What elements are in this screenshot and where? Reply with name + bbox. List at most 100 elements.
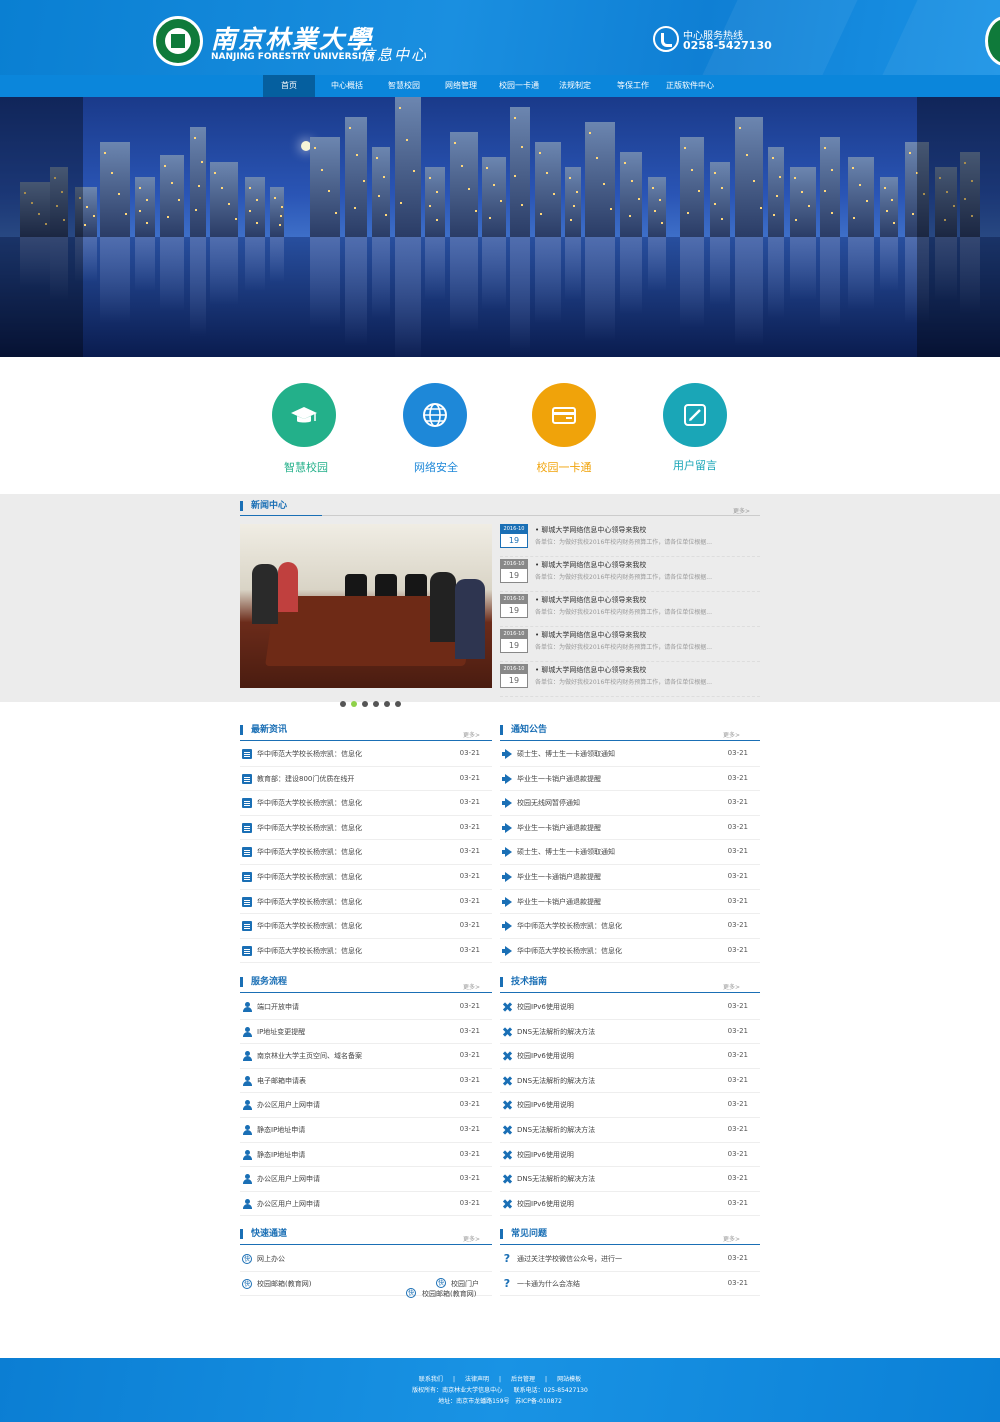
list-item-text[interactable]: 华中师范大学校长杨宗凯：信息化 [257,798,362,808]
list-item[interactable]: 华中师范大学校长杨宗凯：信息化 03-21 [240,865,492,890]
footer-link-admin[interactable]: 后台管理 [511,1376,535,1383]
more-link[interactable]: 更多> [463,730,480,739]
list-item[interactable]: DNS无法解析的解决方法 03-21 [500,1020,760,1045]
list-item-text[interactable]: DNS无法解析的解决方法 [517,1027,595,1037]
list-item-text[interactable]: 校园无线网暂停通知 [517,798,580,808]
list-item[interactable]: 华中师范大学校长杨宗凯：信息化 03-21 [500,914,760,939]
list-item[interactable]: 毕业生一卡销户通退款提醒 03-21 [500,767,760,792]
list-item-text[interactable]: 校园IPv6使用说明 [517,1199,574,1209]
quick-link-smart-campus[interactable] [272,383,336,447]
nav-item-smart-campus[interactable]: 智慧校园 [380,75,428,97]
list-item-text[interactable]: 一卡通为什么会冻结 [517,1279,580,1289]
list-item-text[interactable]: 办公区用户上网申请 [257,1174,320,1184]
nav-item-network-management[interactable]: 网络管理 [436,75,486,97]
more-link[interactable]: 更多> [723,730,740,739]
list-item-text[interactable]: 电子邮箱申请表 [257,1076,306,1086]
list-item-text[interactable]: 华中师范大学校长杨宗凯：信息化 [257,847,362,857]
news-item-title[interactable]: • 聊城大学网络信息中心领导来我校 [535,525,646,535]
list-item[interactable]: 校园IPv6使用说明 03-21 [500,1044,760,1069]
slide-dot[interactable] [373,701,379,707]
list-item-text[interactable]: 华中师范大学校长杨宗凯：信息化 [257,921,362,931]
list-item-text[interactable]: 华中师范大学校长杨宗凯：信息化 [257,749,362,759]
list-item-text[interactable]: 华中师范大学校长杨宗凯：信息化 [257,946,362,956]
list-item[interactable]: ? 通过关注学校微信公众号，进行一 03-21 [500,1247,760,1272]
list-item-text[interactable]: 静态IP地址申请 [257,1150,305,1160]
nav-item-campus-card[interactable]: 校园一卡通 [492,75,546,97]
list-item[interactable]: 电子邮箱申请表 03-21 [240,1069,492,1094]
list-item[interactable]: 华中师范大学校长杨宗凯：信息化 03-21 [240,742,492,767]
list-item-text[interactable]: 通过关注学校微信公众号，进行一 [517,1254,622,1264]
list-item-text[interactable]: 毕业生一卡销户通退款提醒 [517,774,601,784]
university-seal-logo[interactable] [153,16,203,66]
quick-link-label[interactable]: 网络安全 [386,459,486,475]
list-item-text[interactable]: 教育部：建设800门优质在线开 [257,774,354,784]
list-item-text[interactable]: 毕业生一卡销户通退款提醒 [517,823,601,833]
nav-item-home[interactable]: 首页 [263,75,315,97]
list-item-text[interactable]: 华中师范大学校长杨宗凯：信息化 [517,946,622,956]
slide-dot[interactable] [340,701,346,707]
list-item[interactable]: DNS无法解析的解决方法 03-21 [500,1069,760,1094]
quick-link-mail[interactable]: 校园邮箱(教育网) [422,1289,476,1299]
slide-dot[interactable] [351,701,357,707]
list-item-text[interactable]: 硕士生、博士生一卡通领取通知 [517,847,615,857]
list-item[interactable]: 毕业生一卡通销户退款提醒 03-21 [500,865,760,890]
nav-item-regulations[interactable]: 法规制定 [552,75,598,97]
list-item-text[interactable]: 办公区用户上网申请 [257,1100,320,1110]
slide-dot[interactable] [384,701,390,707]
list-item[interactable]: 华中师范大学校长杨宗凯：信息化 03-21 [240,914,492,939]
list-item-text[interactable]: 校园IPv6使用说明 [517,1051,574,1061]
quick-link-label[interactable]: 用户留言 [645,457,745,473]
list-item[interactable]: 校园无线网暂停通知 03-21 [500,791,760,816]
list-item[interactable]: ? 一卡通为什么会冻结 03-21 [500,1272,760,1297]
news-item-title[interactable]: • 聊城大学网络信息中心领导来我校 [535,630,646,640]
quick-link-portal[interactable]: 校园门户 [451,1279,479,1289]
more-link[interactable]: 更多> [733,506,750,515]
list-item[interactable]: DNS无法解析的解决方法 03-21 [500,1118,760,1143]
list-item[interactable]: 毕业生一卡销户通退款提醒 03-21 [500,890,760,915]
list-item-text[interactable]: IP地址变更提醒 [257,1027,305,1037]
list-item[interactable]: 华中师范大学校长杨宗凯：信息化 03-21 [240,791,492,816]
more-link[interactable]: 更多> [463,1234,480,1243]
list-item-text[interactable]: 华中师范大学校长杨宗凯：信息化 [517,921,622,931]
list-item[interactable]: 教育部：建设800门优质在线开 03-21 [240,767,492,792]
list-item[interactable]: 办公区用户上网申请 03-21 [240,1093,492,1118]
list-item[interactable]: 快网上办公 [240,1247,492,1272]
list-item-text[interactable]: DNS无法解析的解决方法 [517,1076,595,1086]
list-item-text[interactable]: 静态IP地址申请 [257,1125,305,1135]
list-item[interactable]: 静态IP地址申请 03-21 [240,1143,492,1168]
list-item-text[interactable]: 校园IPv6使用说明 [517,1100,574,1110]
list-item[interactable]: 华中师范大学校长杨宗凯：信息化 03-21 [240,890,492,915]
list-item-text[interactable]: 毕业生一卡通销户退款提醒 [517,872,601,882]
list-item[interactable]: 校园IPv6使用说明 03-21 [500,1192,760,1217]
more-link[interactable]: 更多> [463,982,480,991]
news-item[interactable]: 2016-10 19 • 聊城大学网络信息中心领导来我校 各单位：为做好我校2016年… [500,628,760,662]
footer-link-contact[interactable]: 联系我们 [419,1376,443,1383]
list-item-text[interactable]: 校园邮箱(教育网) [257,1279,311,1289]
list-item[interactable]: IP地址变更提醒 03-21 [240,1020,492,1045]
list-item[interactable]: 华中师范大学校长杨宗凯：信息化 03-21 [500,939,760,964]
news-item-title[interactable]: • 聊城大学网络信息中心领导来我校 [535,595,646,605]
list-item[interactable]: 办公区用户上网申请 03-21 [240,1192,492,1217]
list-item-text[interactable]: 办公区用户上网申请 [257,1199,320,1209]
list-item[interactable]: 硕士生、博士生一卡通领取通知 03-21 [500,840,760,865]
news-item-title[interactable]: • 聊城大学网络信息中心领导来我校 [535,665,646,675]
footer-icp[interactable]: 苏ICP备-010872 [515,1398,562,1405]
news-item-title[interactable]: • 聊城大学网络信息中心领导来我校 [535,560,646,570]
list-item[interactable]: 静态IP地址申请 03-21 [240,1118,492,1143]
footer-link-legal[interactable]: 法律声明 [465,1376,489,1383]
news-photo[interactable] [240,524,492,688]
list-item[interactable]: 校园IPv6使用说明 03-21 [500,1143,760,1168]
list-item[interactable]: 南京林业大学主页空间、域名备案 03-21 [240,1044,492,1069]
list-item-text[interactable]: 网上办公 [257,1254,285,1264]
quick-link-network-security[interactable] [403,383,467,447]
news-item[interactable]: 2016-10 19 • 聊城大学网络信息中心领导来我校 各单位：为做好我校2016年… [500,593,760,627]
news-item[interactable]: 2016-10 19 • 聊城大学网络信息中心领导来我校 各单位：为做好我校2016年… [500,558,760,592]
list-item-text[interactable]: 南京林业大学主页空间、域名备案 [257,1051,362,1061]
list-item[interactable]: DNS无法解析的解决方法 03-21 [500,1167,760,1192]
list-item[interactable]: 华中师范大学校长杨宗凯：信息化 03-21 [240,840,492,865]
footer-link-template[interactable]: 网站模板 [557,1376,581,1383]
slide-dot[interactable] [395,701,401,707]
list-item[interactable]: 华中师范大学校长杨宗凯：信息化 03-21 [240,939,492,964]
list-item[interactable]: 端口开放申请 03-21 [240,995,492,1020]
quick-link-user-message[interactable] [663,383,727,447]
